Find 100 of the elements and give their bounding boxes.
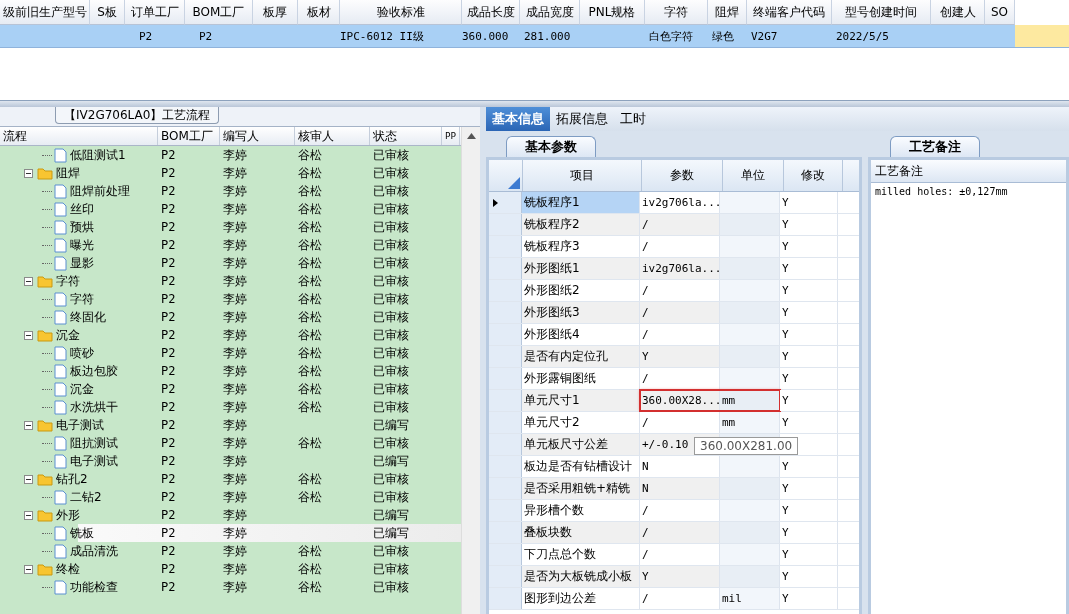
column-header: SO	[990, 5, 1009, 19]
table-row[interactable]: 板边是否有钻槽设计 N Y	[489, 456, 859, 478]
table-cell: Y	[782, 350, 789, 363]
table-cell: 谷松	[298, 398, 322, 416]
scrollbar[interactable]	[461, 127, 480, 614]
column-header: 阻焊	[715, 3, 739, 21]
tree-item: 字符	[69, 290, 95, 308]
table-row[interactable]: 是否有内定位孔 Y Y	[489, 346, 859, 368]
table-cell: P2	[161, 184, 176, 198]
document-icon	[54, 255, 67, 271]
table-cell: Y	[782, 548, 789, 561]
tree-item: 曝光	[69, 236, 95, 254]
tree-item: 丝印	[69, 200, 95, 218]
column-header: 编写人	[223, 127, 259, 145]
tree-item: 阻焊前处理	[69, 182, 131, 200]
table-cell: 李婷	[223, 452, 247, 470]
table-cell: 是否有内定位孔	[522, 346, 640, 367]
table-cell: /	[640, 324, 720, 345]
table-cell: /	[640, 500, 720, 521]
column-header: 单位	[741, 167, 765, 184]
table-cell: Y	[782, 218, 789, 231]
table-cell: P2	[161, 220, 176, 234]
tab[interactable]: 工时	[614, 107, 652, 131]
table-cell: P2	[161, 544, 176, 558]
table-row[interactable]: 下刀点总个数 / Y	[489, 544, 859, 566]
tree-item: 二钻2	[69, 488, 103, 506]
table-cell: Y	[782, 482, 789, 495]
tree-item: 沉金	[69, 380, 95, 398]
table-row[interactable]: 铣板程序3 / Y	[489, 236, 859, 258]
tab[interactable]: 基本参数	[506, 136, 596, 157]
table-row[interactable]: 图形到边公差 / mil Y	[489, 588, 859, 610]
corner-icon	[507, 177, 520, 189]
collapse-icon[interactable]	[24, 168, 33, 178]
table-cell: P2	[161, 238, 176, 252]
collapse-icon[interactable]	[24, 564, 33, 574]
tree-item: 板边包胶	[69, 362, 119, 380]
table-cell: 谷松	[298, 308, 322, 326]
collapse-icon[interactable]	[24, 510, 33, 520]
collapse-icon[interactable]	[24, 474, 33, 484]
splitter[interactable]	[0, 100, 1069, 107]
table-cell: /	[640, 588, 720, 609]
table-cell: 已编写	[373, 452, 409, 470]
table-row[interactable]: 外形图纸4 / Y	[489, 324, 859, 346]
tree-item: 外形	[55, 506, 81, 524]
table-row[interactable]: 异形槽个数 / Y	[489, 500, 859, 522]
table-row[interactable]: P2 P2 IPC-6012 II级 360.000 281.000 白色字符 绿色 V2G7 2022/5/5	[0, 25, 1069, 48]
table-cell	[720, 456, 780, 477]
table-cell: 李婷	[223, 398, 247, 416]
tree-item: 电子测试	[69, 452, 119, 470]
table-cell: Y	[782, 284, 789, 297]
table-cell	[720, 280, 780, 301]
table-cell	[720, 478, 780, 499]
column-header: BOM工厂	[161, 127, 213, 145]
table-cell: mm	[720, 412, 780, 433]
table-cell: 谷松	[298, 254, 322, 272]
table-cell: 谷松	[298, 560, 322, 578]
table-cell: 外形图纸2	[522, 280, 640, 301]
document-icon	[54, 489, 67, 505]
tab[interactable]: 工艺备注	[890, 136, 980, 157]
tab[interactable]: 拓展信息	[550, 107, 614, 131]
table-row[interactable]: 外形图纸2 / Y	[489, 280, 859, 302]
table-row[interactable]: 是否为大板铣成小板 Y Y	[489, 566, 859, 588]
folder-icon	[37, 472, 53, 486]
document-icon	[54, 219, 67, 235]
table-row[interactable]: 外形露铜图纸 / Y	[489, 368, 859, 390]
table-cell: 李婷	[223, 344, 247, 362]
table-row[interactable]: 铣板程序1 iv2g706la... Y	[489, 192, 859, 214]
document-icon	[54, 183, 67, 199]
table-cell: 谷松	[298, 344, 322, 362]
table-cell: mil	[720, 588, 780, 609]
table-cell: 下刀点总个数	[522, 544, 640, 565]
collapse-icon[interactable]	[24, 330, 33, 340]
table-row[interactable]: 外形图纸1 iv2g706la... Y	[489, 258, 859, 280]
table-cell: 李婷	[223, 182, 247, 200]
table-row[interactable]: 外形图纸3 / Y	[489, 302, 859, 324]
collapse-icon[interactable]	[24, 420, 33, 430]
tree-item: 终固化	[69, 308, 107, 326]
table-cell: 谷松	[298, 236, 322, 254]
column-header: 创建人	[939, 3, 976, 21]
tree-item: 成品清洗	[69, 542, 119, 560]
table-cell: iv2g706la...	[640, 258, 720, 279]
table-cell: P2	[161, 580, 176, 594]
table-cell	[720, 500, 780, 521]
scroll-up-icon[interactable]	[466, 133, 476, 139]
tab[interactable]: 基本信息	[486, 107, 550, 131]
folder-icon	[37, 418, 53, 432]
row-header[interactable]	[489, 192, 522, 213]
table-row[interactable]: 叠板块数 / Y	[489, 522, 859, 544]
table-row[interactable]: 单元尺寸2 / mm Y	[489, 412, 859, 434]
table-row[interactable]: 是否采用粗铣+精铣 N Y	[489, 478, 859, 500]
table-cell: P2	[161, 436, 176, 450]
table-cell: /	[640, 280, 720, 301]
document-icon	[54, 453, 67, 469]
table-cell: 白色字符	[649, 28, 693, 44]
table-cell: 已审核	[373, 236, 409, 254]
table-row[interactable]: 单元尺寸1 360.00X28...mm Y	[489, 390, 859, 412]
panel-title: 【IV2G706LA0】工艺流程	[55, 107, 220, 124]
table-row[interactable]: 铣板程序2 / Y	[489, 214, 859, 236]
table-cell: P2	[161, 454, 176, 468]
collapse-icon[interactable]	[24, 276, 33, 286]
